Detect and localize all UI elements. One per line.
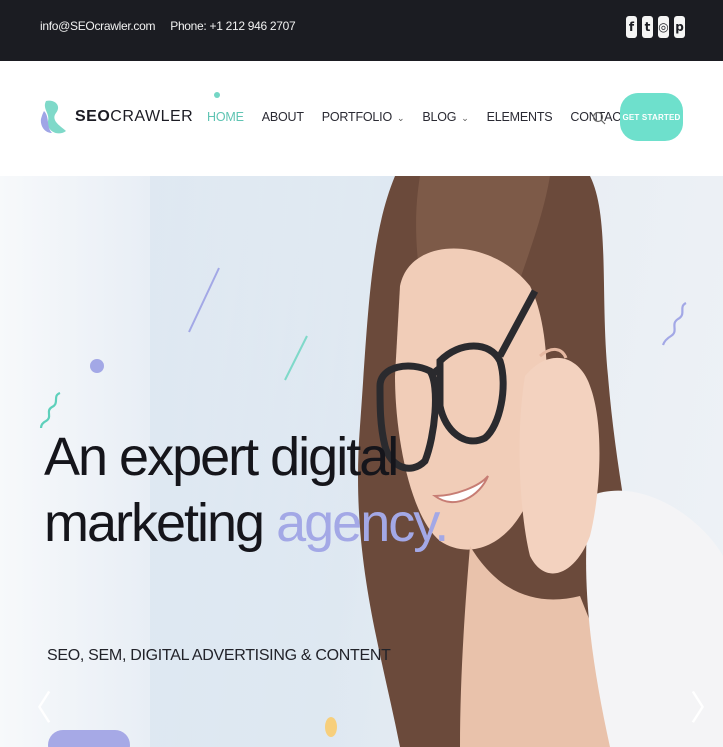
- logo-text: SEOCRAWLER: [75, 108, 194, 125]
- decorative-line: [188, 267, 220, 333]
- decorative-line: [284, 335, 308, 381]
- nav-item-elements[interactable]: ELEMENTS: [487, 110, 553, 124]
- hero-cta-button[interactable]: [48, 730, 130, 747]
- hero-subline: SEO, SEM, DIGITAL ADVERTISING & CONTENT: [47, 647, 391, 664]
- prev-slide-arrow-icon[interactable]: 〈: [18, 681, 52, 730]
- nav-item-portfolio[interactable]: PORTFOLIO ⌄: [322, 110, 405, 124]
- nav-item-home[interactable]: HOME: [207, 110, 244, 124]
- headline-line-1: An expert digital: [44, 427, 399, 487]
- nav-item-blog[interactable]: BLOG ⌄: [422, 110, 468, 124]
- headline-accent: agency.: [276, 493, 449, 553]
- logo-mark-icon: [40, 100, 66, 134]
- headline-line-2: marketing agency.: [44, 493, 449, 553]
- get-started-button[interactable]: GET STARTED: [620, 93, 683, 141]
- active-nav-indicator: [214, 92, 220, 98]
- main-nav: HOME ABOUT PORTFOLIO ⌄ BLOG ⌄ ELEMENTS CON…: [207, 110, 646, 124]
- contact-info: info@SEOcrawler.com Phone: +1 212 946 27…: [40, 19, 307, 33]
- chevron-down-icon: ⌄: [461, 113, 469, 123]
- hero-headline: An expert digital marketing agency.: [44, 424, 449, 556]
- nav-item-about[interactable]: ABOUT: [262, 110, 304, 124]
- pinterest-icon[interactable]: p: [674, 16, 685, 38]
- decorative-dot: [325, 717, 337, 737]
- twitter-icon[interactable]: t: [642, 16, 653, 38]
- search-icon[interactable]: [592, 111, 606, 125]
- site-logo[interactable]: SEOCRAWLER: [40, 97, 193, 137]
- facebook-icon[interactable]: f: [626, 16, 637, 38]
- hero-slider: An expert digital marketing agency. SEO,…: [0, 176, 723, 747]
- site-header: SEOCRAWLER HOME ABOUT PORTFOLIO ⌄ BLOG ⌄ E…: [0, 61, 723, 176]
- chevron-down-icon: ⌄: [396, 113, 405, 123]
- instagram-icon[interactable]: ◎: [658, 16, 669, 38]
- decorative-squiggle: [661, 302, 687, 346]
- next-slide-arrow-icon[interactable]: 〉: [690, 681, 723, 730]
- phone-text: Phone: +1 212 946 2707: [170, 19, 296, 33]
- social-links: f t ◎ p: [626, 16, 685, 38]
- email-link[interactable]: info@SEOcrawler.com: [40, 19, 155, 33]
- decorative-dot: [90, 359, 104, 373]
- top-bar: info@SEOcrawler.com Phone: +1 212 946 27…: [0, 0, 723, 61]
